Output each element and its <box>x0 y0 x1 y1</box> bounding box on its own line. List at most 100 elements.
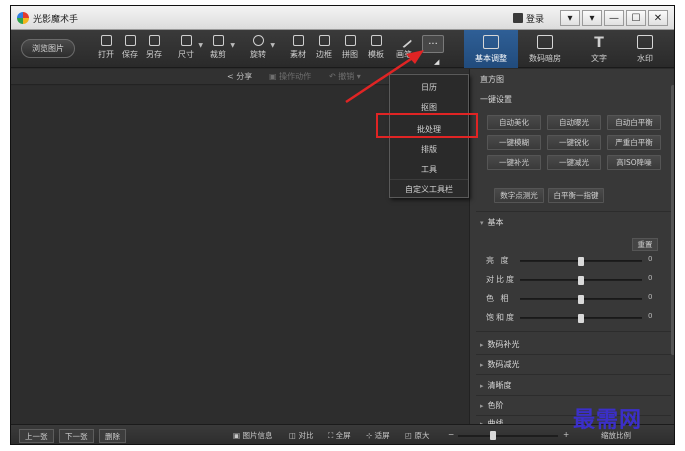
brush-button[interactable]: 画笔 <box>392 32 416 65</box>
hue-label: 色 相 <box>486 294 511 303</box>
brightness-slider-knob[interactable] <box>578 257 584 266</box>
save-as-button[interactable]: 另存 <box>142 35 166 65</box>
main-menu-button[interactable]: ▾ <box>582 10 602 26</box>
chevron-down-icon: ▾ <box>354 72 361 81</box>
tab-watermark[interactable]: 水印 <box>618 30 672 68</box>
title-bar: 光影魔术手 登录 ▾ ▾ — ☐ ✕ <box>11 6 674 30</box>
compare-button[interactable]: ◫ 对比 <box>289 430 313 441</box>
watermark-icon <box>637 34 653 49</box>
resize-button[interactable]: 尺寸 ▼ <box>174 35 203 65</box>
save-button[interactable]: 保存 <box>118 35 142 65</box>
app-window: 光影魔术手 登录 ▾ ▾ — ☐ ✕ 浏览图片 打开 保存 另存 尺寸 ▼ 裁剪… <box>10 5 675 445</box>
chevron-right-icon: ▸ <box>480 341 484 349</box>
tab-digital-darkroom[interactable]: 数码暗房 <box>518 30 572 68</box>
delete-button[interactable]: 删除 <box>99 429 126 443</box>
menu-item-layout[interactable]: 排版 <box>390 139 468 159</box>
section-histogram[interactable]: 直方图 <box>480 74 504 85</box>
skin-menu-button[interactable]: ▾ <box>560 10 580 26</box>
minimize-button[interactable]: — <box>604 10 624 26</box>
crop-button[interactable]: 裁剪 ▼ <box>206 35 235 65</box>
share-button[interactable]: < 分享 <box>227 71 252 82</box>
hue-slider[interactable] <box>520 295 642 304</box>
save-icon <box>124 35 136 46</box>
rotate-icon <box>252 35 264 46</box>
section-quick-settings[interactable]: 一键设置 <box>480 94 512 105</box>
section-reduce-light[interactable]: ▸ 数码减光 <box>480 359 520 370</box>
section-fill-light[interactable]: ▸ 数码补光 <box>480 339 520 350</box>
undo-button[interactable]: ↶ 撤销 ▾ <box>329 71 361 82</box>
chevron-down-icon: ▼ <box>198 42 203 49</box>
spot-metering-button[interactable]: 数字点测光 <box>494 188 544 203</box>
template-icon <box>370 35 382 46</box>
adjust-panel: 直方图 一键设置 自动美化 自动曝光 自动白平衡 一键模糊 一键锐化 严重白平衡… <box>469 69 674 424</box>
auto-enhance-button[interactable]: 自动美化 <box>487 115 541 130</box>
material-icon <box>292 35 304 46</box>
saturation-label: 饱和度 <box>486 313 516 322</box>
next-image-button[interactable]: 下一张 <box>59 429 94 443</box>
section-basic[interactable]: ▾ 基本 <box>480 217 504 228</box>
panel-divider <box>476 374 671 375</box>
login-button[interactable]: 登录 <box>513 11 544 25</box>
reset-button[interactable]: 重置 <box>632 238 658 251</box>
original-size-button[interactable]: ◰ 原大 <box>405 430 429 441</box>
more-tools-chevron-icon[interactable]: ◢ <box>434 58 439 66</box>
panel-scrollbar[interactable] <box>671 85 674 355</box>
more-tools-button[interactable]: ··· <box>422 35 444 53</box>
section-levels[interactable]: ▸ 色阶 <box>480 400 504 411</box>
fit-screen-button[interactable]: ⊹ 适屏 <box>366 430 390 441</box>
panel-divider <box>476 331 671 332</box>
white-balance-picker-button[interactable]: 白平衡一指键 <box>548 188 604 203</box>
auto-white-balance-button[interactable]: 自动白平衡 <box>607 115 661 130</box>
strong-white-balance-button[interactable]: 严重白平衡 <box>607 135 661 150</box>
panel-divider <box>476 395 671 396</box>
one-click-fill-light-button[interactable]: 一键补光 <box>487 155 541 170</box>
image-info-button[interactable]: ▣ 图片信息 <box>233 430 272 441</box>
contrast-slider[interactable] <box>520 276 642 285</box>
highlight-annotation <box>376 113 478 138</box>
user-icon <box>513 13 523 23</box>
ops-icon: ▣ <box>269 72 280 81</box>
collage-icon <box>344 35 356 46</box>
resize-icon <box>180 35 192 46</box>
material-button[interactable]: 素材 <box>286 35 310 65</box>
fullscreen-icon: ⛶ <box>328 431 336 440</box>
collage-button[interactable]: 拼图 <box>338 35 362 65</box>
login-label: 登录 <box>526 14 545 25</box>
menu-item-calendar[interactable]: 日历 <box>390 77 468 97</box>
brush-icon <box>396 32 412 49</box>
menu-item-tools[interactable]: 工具 <box>390 159 468 179</box>
ops-button[interactable]: ▣ 操作动作 <box>269 71 311 82</box>
hue-value: 0 <box>648 293 653 301</box>
chevron-right-icon: ▸ <box>480 402 484 410</box>
brightness-slider[interactable] <box>520 257 642 266</box>
browse-images-button[interactable]: 浏览图片 <box>21 39 75 58</box>
tab-basic-adjust[interactable]: 基本调整 <box>464 30 518 68</box>
high-iso-denoise-button[interactable]: 高ISO降噪 <box>607 155 661 170</box>
zoom-slider[interactable] <box>458 431 558 440</box>
one-click-sharpen-button[interactable]: 一键锐化 <box>547 135 601 150</box>
close-button[interactable]: ✕ <box>648 10 668 26</box>
zoom-in-icon[interactable]: + <box>563 430 569 439</box>
contrast-label: 对比度 <box>486 275 516 284</box>
fullscreen-button[interactable]: ⛶ 全屏 <box>328 430 351 441</box>
maximize-button[interactable]: ☐ <box>626 10 646 26</box>
menu-item-custom-toolbar[interactable]: 自定义工具栏 <box>390 179 468 199</box>
auto-exposure-button[interactable]: 自动曝光 <box>547 115 601 130</box>
one-click-reduce-light-button[interactable]: 一键减光 <box>547 155 601 170</box>
hue-slider-knob[interactable] <box>578 295 584 304</box>
saturation-slider-knob[interactable] <box>578 314 584 323</box>
rotate-button[interactable]: 旋转 ▼ <box>246 35 275 65</box>
border-button[interactable]: 边框 <box>312 35 336 65</box>
open-button[interactable]: 打开 <box>94 35 118 65</box>
text-icon: T <box>594 34 604 51</box>
zoom-out-icon[interactable]: − <box>448 430 454 439</box>
prev-image-button[interactable]: 上一张 <box>19 429 54 443</box>
section-clarity[interactable]: ▸ 清晰度 <box>480 380 512 391</box>
zoom-slider-knob[interactable] <box>490 431 496 440</box>
save-as-icon <box>148 35 160 46</box>
template-button[interactable]: 模板 <box>364 35 388 65</box>
app-title: 光影魔术手 <box>33 15 79 25</box>
contrast-slider-knob[interactable] <box>578 276 584 285</box>
one-click-blur-button[interactable]: 一键模糊 <box>487 135 541 150</box>
saturation-slider[interactable] <box>520 314 642 323</box>
